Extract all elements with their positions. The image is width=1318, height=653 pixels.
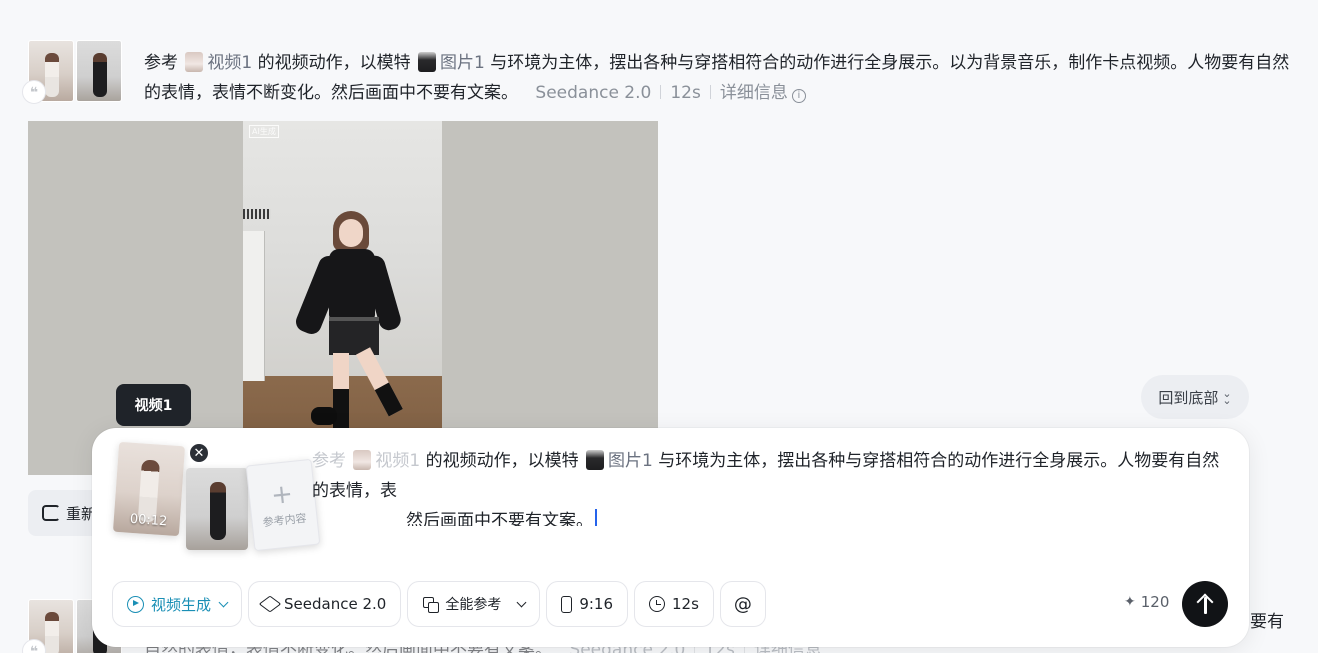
prompt-text: 参考 视频1 的视频动作，以模特 图片1 与环境为主体，摆出各种与穿搭相符合的动… [144, 48, 1290, 108]
reference-label: 图片1 [608, 451, 653, 471]
double-chevron-down-icon: ⌄ ⌄ [1222, 387, 1232, 407]
reference-mode-label: 全能参考 [445, 597, 502, 613]
prompt-text-segment: 参考 [144, 53, 178, 73]
duration-label: 12s [672, 595, 699, 613]
reference-video-card[interactable]: 00:12 [112, 441, 186, 537]
generation-meta: Seedance 2.0 12s 详细信息 i [535, 83, 806, 103]
video-generate-icon [127, 595, 144, 613]
info-icon: i [791, 89, 806, 103]
ai-watermark: AI生成 [249, 125, 279, 138]
mode-select[interactable]: 视频生成 [112, 581, 243, 627]
prompt-text-segment: 然后画面中不要有文案。 [406, 511, 593, 526]
plus-icon: + [269, 478, 295, 512]
prompt-text-segment: 的视频动作，以模特 [425, 451, 579, 471]
aspect-ratio-select[interactable]: 9:16 [546, 581, 629, 627]
prompt-input[interactable]: 参考 视频1 的视频动作，以模特 图片1 与环境为主体，摆出各种与穿搭相符合的动… [312, 446, 1232, 526]
credit-cost: ✦ 120 [1124, 593, 1169, 611]
reference-thumbnails[interactable]: ❝ [22, 40, 128, 104]
reference-image-thumbnail[interactable] [76, 40, 122, 102]
video-frame: AI生成 [243, 121, 442, 475]
video-reference-icon [185, 52, 204, 72]
chevron-down-icon [516, 597, 527, 607]
reference-label: 视频1 [375, 451, 421, 471]
close-icon[interactable]: ✕ [188, 442, 210, 464]
composer-toolbar: 视频生成 Seedance 2.0 全能参考 9:16 12s @ [112, 581, 766, 627]
reference-chip-video[interactable]: 视频1 [183, 52, 253, 73]
text-caret [595, 509, 597, 526]
reference-chip-image[interactable]: 图片1 [416, 52, 485, 73]
reference-tooltip: 视频1 [116, 384, 191, 426]
mention-button[interactable]: @ [719, 581, 766, 627]
phone-icon [561, 595, 573, 613]
credit-value: 120 [1140, 593, 1170, 611]
details-label: 详细信息 [719, 83, 788, 103]
mode-label: 视频生成 [151, 595, 212, 614]
prompt-text-tail: 要有 [1250, 612, 1284, 632]
model-name: Seedance 2.0 [535, 83, 652, 103]
prompt-text-segment: 的视频动作，以模特 [257, 53, 411, 73]
image-reference-icon [418, 52, 437, 72]
video-reference-icon [353, 450, 372, 470]
chevron-down-icon [218, 597, 229, 607]
add-reference-button[interactable]: + 参考内容 [245, 458, 321, 552]
wall-vent [243, 209, 271, 219]
send-button[interactable] [1182, 581, 1228, 627]
at-icon: @ [733, 593, 752, 615]
back-to-bottom-button[interactable]: 回到底部 ⌄ ⌄ [1141, 375, 1249, 419]
video-duration: 00:12 [129, 511, 168, 530]
reference-stack: 00:12 + 参考内容 ✕ [112, 440, 322, 552]
model-select[interactable]: Seedance 2.0 [248, 581, 402, 627]
duration-select[interactable]: 12s [634, 581, 714, 627]
prompt-composer: 00:12 + 参考内容 ✕ 参考 视频1 的视频动作，以模特 图片1 与环境为… [92, 428, 1249, 647]
sparkle-icon: ✦ [1124, 594, 1136, 610]
reference-label: 视频1 [207, 53, 253, 73]
image-reference-icon [586, 450, 605, 470]
arrow-up-icon [1197, 594, 1213, 614]
reference-chip-video[interactable]: 视频1 [351, 450, 421, 471]
add-reference-label: 参考内容 [262, 511, 308, 530]
quote-icon[interactable]: ❝ [22, 80, 46, 104]
cube-icon [258, 595, 282, 613]
reference-mode-icon [422, 596, 440, 613]
model-label: Seedance 2.0 [284, 595, 387, 613]
reference-label: 图片1 [440, 53, 485, 73]
doorway [243, 231, 265, 381]
details-link[interactable]: 详细信息 i [720, 83, 806, 103]
reference-chip-image[interactable]: 图片1 [584, 450, 653, 471]
reference-mode-select[interactable]: 全能参考 [407, 581, 541, 627]
duration-value: 12s [670, 83, 701, 103]
clock-icon [649, 596, 666, 612]
back-to-bottom-label: 回到底部 [1158, 388, 1219, 407]
regenerate-icon [42, 505, 60, 521]
aspect-ratio-label: 9:16 [579, 595, 614, 613]
reference-image-card[interactable] [186, 468, 248, 550]
prompt-text-segment: 参考 [312, 451, 346, 471]
